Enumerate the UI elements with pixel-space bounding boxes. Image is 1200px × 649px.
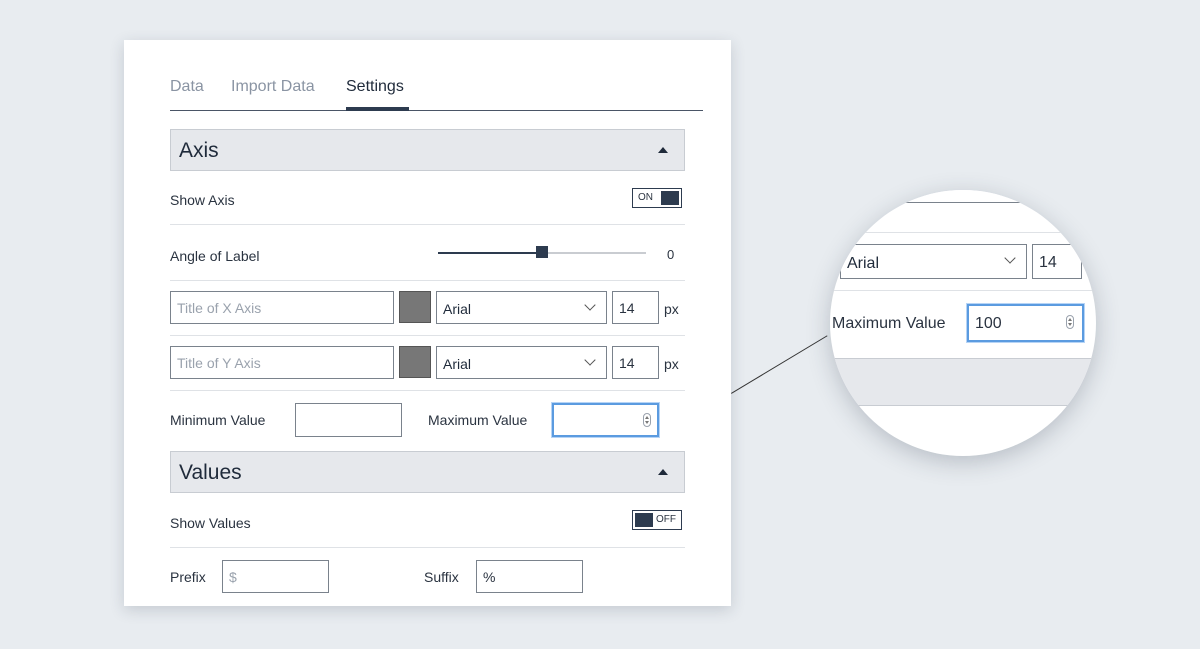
- show-axis-toggle-text: ON: [638, 192, 653, 203]
- maximum-value-label: Maximum Value: [428, 412, 528, 428]
- x-axis-font-select[interactable]: Arial: [436, 291, 607, 324]
- zoom-magnifier: Arial 14 Maximum Value 100: [830, 190, 1096, 456]
- tab-settings[interactable]: Settings: [346, 78, 404, 96]
- x-axis-font-value: Arial: [443, 301, 472, 317]
- zoom-top-select: [830, 190, 1026, 203]
- chevron-down-icon: [1004, 252, 1016, 264]
- show-axis-label: Show Axis: [170, 192, 235, 208]
- y-axis-font-select[interactable]: Arial: [436, 346, 607, 379]
- callout-leader-line: [731, 335, 828, 394]
- settings-panel: Data Import Data Settings Axis Show Axis…: [124, 40, 731, 606]
- angle-slider-thumb[interactable]: [536, 246, 548, 258]
- y-axis-title-input[interactable]: [170, 346, 394, 379]
- show-axis-toggle[interactable]: ON: [632, 188, 682, 208]
- x-axis-title-input[interactable]: [170, 291, 394, 324]
- show-values-label: Show Values: [170, 515, 251, 531]
- tab-import-data[interactable]: Import Data: [231, 78, 315, 96]
- prefix-label: Prefix: [170, 569, 206, 585]
- zoom-section-band: [830, 358, 1096, 406]
- angle-slider-fill: [438, 252, 542, 254]
- divider: [170, 390, 685, 391]
- zoom-size-value: 14: [1039, 254, 1057, 271]
- zoom-font-value: Arial: [847, 255, 880, 272]
- divider: [830, 290, 1096, 291]
- zoom-maximum-value: 100: [975, 315, 1002, 332]
- spinner-icon[interactable]: [643, 413, 651, 427]
- divider: [830, 232, 1096, 233]
- tab-data[interactable]: Data: [170, 78, 204, 96]
- y-axis-font-value: Arial: [443, 356, 472, 372]
- angle-value: 0: [667, 247, 675, 262]
- toggle-knob: [661, 191, 679, 205]
- y-axis-size-input[interactable]: [612, 346, 659, 379]
- show-values-toggle[interactable]: OFF: [632, 510, 682, 530]
- suffix-label: Suffix: [424, 569, 459, 585]
- zoom-top-input: [1031, 190, 1081, 203]
- divider: [170, 224, 685, 225]
- x-axis-color-swatch[interactable]: [399, 291, 431, 323]
- caret-up-icon[interactable]: [658, 147, 668, 153]
- show-values-toggle-text: OFF: [656, 514, 676, 525]
- angle-of-label-label: Angle of Label: [170, 248, 260, 264]
- minimum-value-input[interactable]: [295, 403, 402, 437]
- prefix-input[interactable]: [222, 560, 329, 593]
- divider: [170, 280, 685, 281]
- values-section-header[interactable]: Values: [170, 451, 685, 493]
- axis-section-header[interactable]: Axis: [170, 129, 685, 171]
- divider: [170, 335, 685, 336]
- active-tab-indicator: [346, 107, 409, 111]
- spinner-icon: [1066, 315, 1074, 329]
- tab-bar: Data Import Data Settings: [170, 40, 703, 111]
- values-section-title: Values: [179, 461, 242, 484]
- y-axis-color-swatch[interactable]: [399, 346, 431, 378]
- x-axis-size-unit: px: [664, 301, 679, 317]
- chevron-down-icon: [584, 354, 596, 366]
- x-axis-size-input[interactable]: [612, 291, 659, 324]
- caret-up-icon[interactable]: [658, 469, 668, 475]
- chevron-down-icon: [584, 299, 596, 311]
- toggle-knob: [635, 513, 653, 527]
- zoom-font-select: Arial: [840, 244, 1027, 279]
- y-axis-size-unit: px: [664, 356, 679, 372]
- minimum-value-label: Minimum Value: [170, 412, 266, 428]
- axis-section-title: Axis: [179, 139, 219, 162]
- divider: [170, 547, 685, 548]
- zoom-maximum-value-label: Maximum Value: [832, 315, 946, 332]
- suffix-input[interactable]: [476, 560, 583, 593]
- zoom-size-input: 14: [1032, 244, 1082, 279]
